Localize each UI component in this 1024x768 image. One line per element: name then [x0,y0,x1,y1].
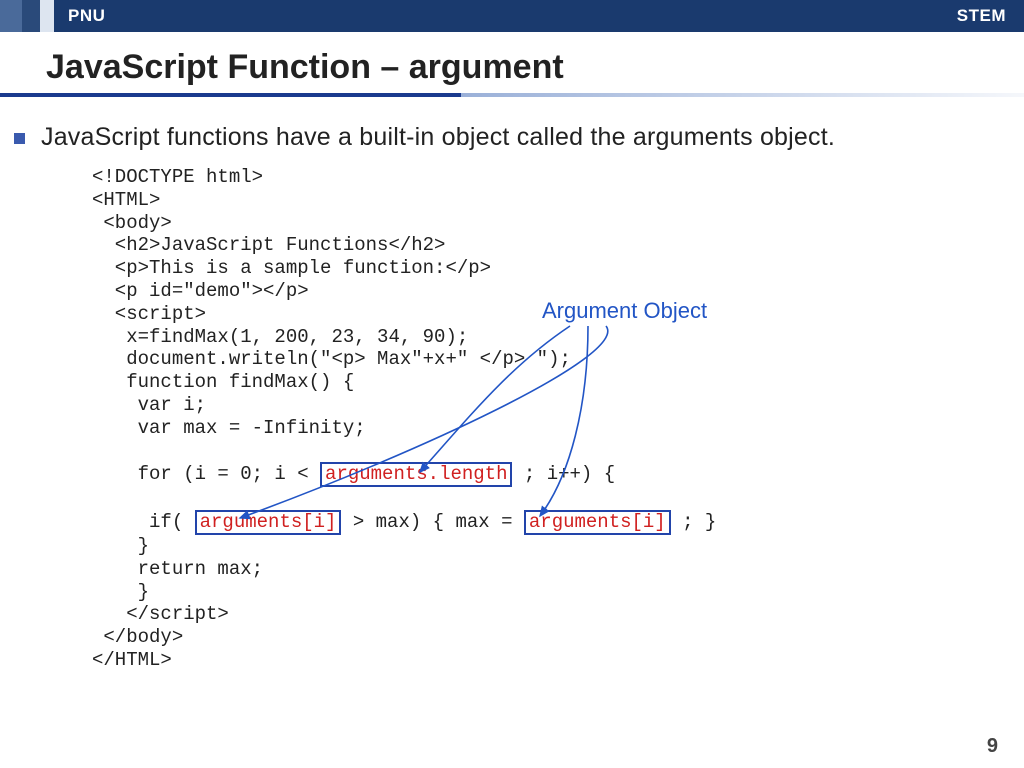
bullet-icon [14,133,25,144]
arguments-index-box-2: arguments[i] [524,510,671,535]
code-line: <body> [92,212,172,234]
title-row: JavaScript Function – argument [0,32,1024,93]
code-line: </script> [92,603,229,625]
code-line: function findMax() { [92,371,354,393]
header-bar: PNU STEM [0,0,1024,32]
code-line: <!DOCTYPE html> [92,166,263,188]
bullet-row: JavaScript functions have a built-in obj… [10,123,984,152]
code-line: } [92,581,149,603]
header-org-right: STEM [957,6,1006,26]
bullet-text: JavaScript functions have a built-in obj… [41,123,835,152]
code-line-part: for (i = 0; i < [92,463,320,485]
annotation-argument-object: Argument Object [542,298,707,324]
page-number: 9 [987,735,998,758]
code-line: var i; [92,394,206,416]
code-line: document.writeln("<p> Max"+x+" </p> "); [92,348,571,370]
slide-title: JavaScript Function – argument [46,48,1024,87]
code-line: x=findMax(1, 200, 23, 34, 90); [92,326,468,348]
code-line: <HTML> [92,189,160,211]
arguments-index-box-1: arguments[i] [195,510,342,535]
code-line: <p id="demo"></p> [92,280,309,302]
code-line: return max; [92,558,263,580]
code-line: </body> [92,626,183,648]
code-line-part: ; } [671,511,717,533]
code-line: } [92,535,149,557]
code-line-part: > max) { max = [341,511,523,533]
code-block: <!DOCTYPE html> <HTML> <body> <h2>JavaSc… [10,166,984,717]
arguments-length-box: arguments.length [320,462,512,487]
header-org-left: PNU [68,6,105,26]
code-line-part: ; i++) { [512,463,615,485]
code-line: <p>This is a sample function:</p> [92,257,491,279]
header-blocks-icon [0,0,54,32]
header-left: PNU [0,0,105,32]
code-line: <script> [92,303,206,325]
code-line-part: if( [92,511,195,533]
body-area: JavaScript functions have a built-in obj… [0,123,1024,717]
code-line: var max = -Infinity; [92,417,366,439]
code-line: <h2>JavaScript Functions</h2> [92,234,445,256]
code-line: </HTML> [92,649,172,671]
title-underline [0,93,1024,97]
